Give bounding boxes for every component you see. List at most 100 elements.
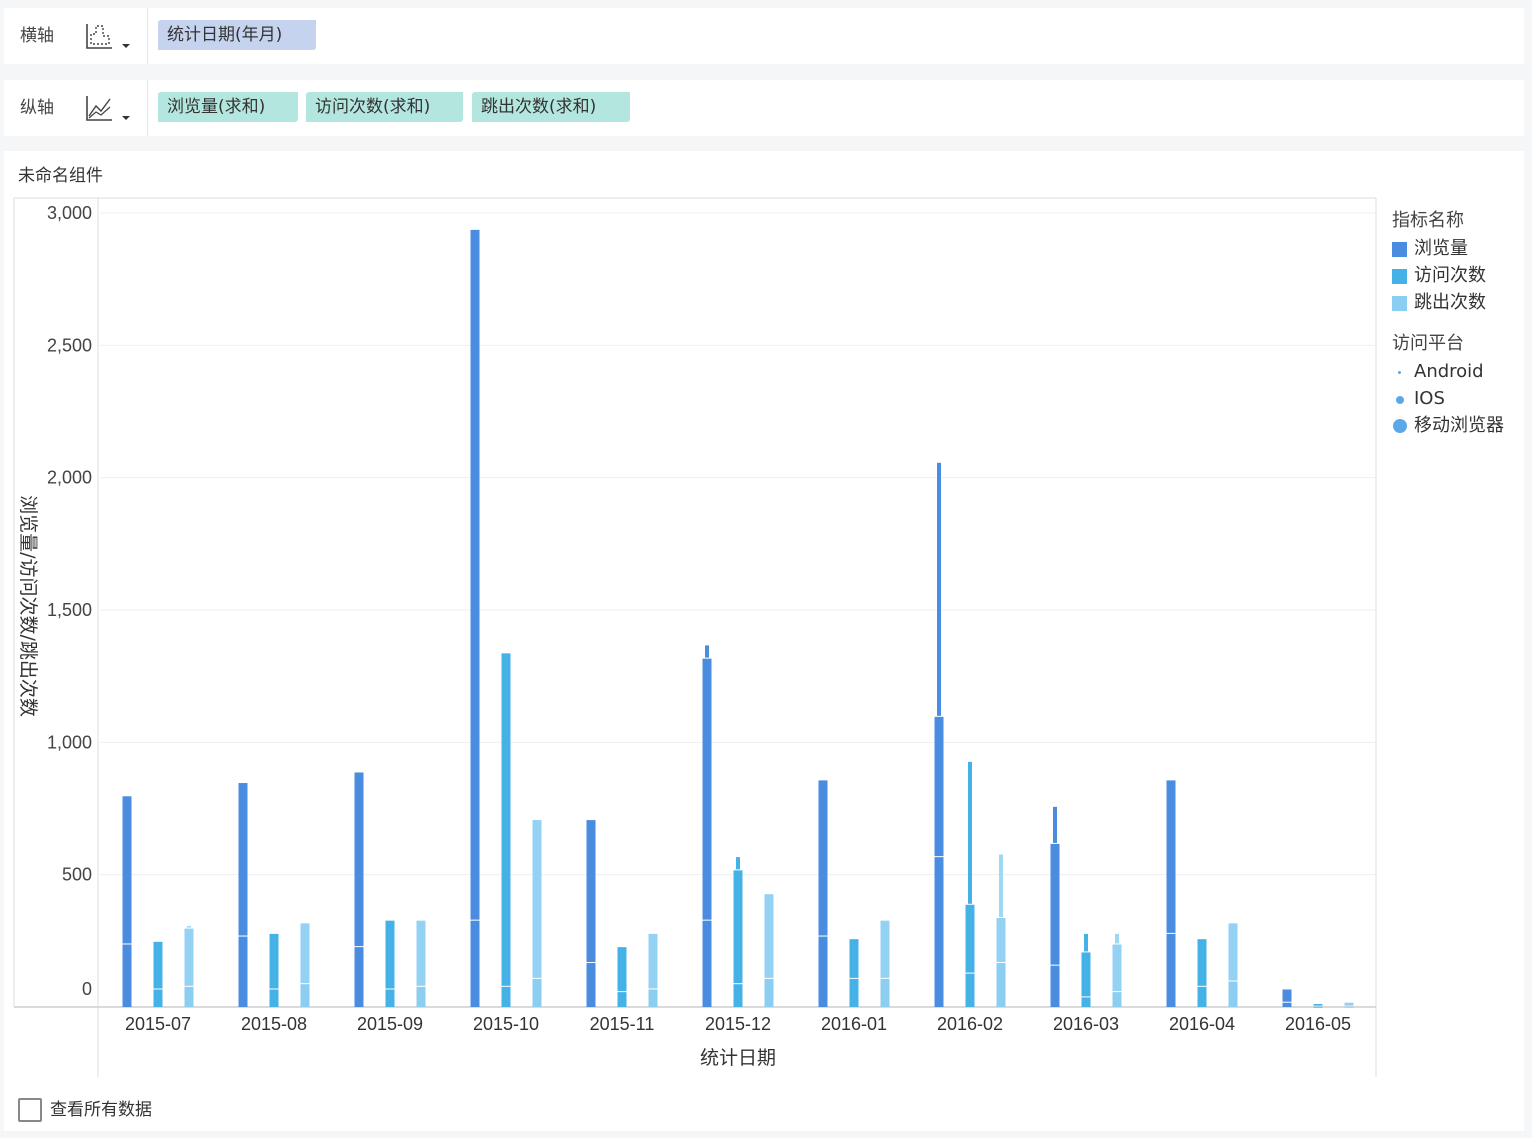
bar-segment: [122, 796, 132, 944]
bar-segment: [416, 920, 426, 986]
legend-item-mobile-browser[interactable]: 移动浏览器: [1392, 412, 1522, 439]
bar-segment: [934, 716, 944, 857]
x-tick-label: 2016-02: [937, 1014, 1003, 1034]
bar-segment: [238, 936, 248, 1007]
legend-label-pageviews: 浏览量: [1414, 238, 1468, 259]
y-field-pill-visits[interactable]: 访问次数(求和): [306, 92, 463, 122]
y-tick-label: 1,500: [47, 600, 92, 620]
bar-segment: [968, 761, 972, 904]
legend-metric-title: 指标名称: [1392, 210, 1464, 231]
bar-segment: [818, 936, 828, 1007]
shelf-divider: [147, 80, 148, 136]
y-tick-label: 3,000: [47, 203, 92, 223]
bar-segment: [269, 933, 279, 989]
x-tick-label: 2016-05: [1285, 1014, 1351, 1034]
bar-segment: [1228, 923, 1238, 981]
bar-segment: [705, 645, 709, 658]
legend-dot-mobile-browser: [1393, 419, 1407, 433]
bar-segment: [1282, 989, 1292, 1002]
bar-segment: [617, 992, 627, 1007]
chart-widget-panel: 未命名组件 05001,0001,5002,0002,5003,0003,500…: [4, 151, 1524, 1131]
bar-segment: [416, 986, 426, 1007]
y-axis-shelf: 纵轴 浏览量(求和) 访问次数(求和) 跳出次数(求和): [4, 80, 1524, 136]
legend-label-bounces: 跳出次数: [1414, 292, 1486, 313]
legend-item-ios[interactable]: IOS: [1392, 385, 1522, 412]
bar-segment: [1313, 1006, 1323, 1008]
bar-segment: [965, 973, 975, 1007]
bar-segment: [470, 920, 480, 1007]
y-field-pill-pageviews[interactable]: 浏览量(求和): [158, 92, 298, 122]
x-tick-label: 2016-01: [821, 1014, 887, 1034]
bar-segment: [153, 941, 163, 989]
bar-segment: [702, 920, 712, 1007]
y-axis-shelf-label: 纵轴: [20, 98, 54, 118]
bar-segment: [1166, 933, 1176, 1007]
bar-segment: [702, 658, 712, 920]
line-chart-icon[interactable]: [84, 92, 140, 126]
bar-segment: [1228, 981, 1238, 1007]
bar-segment: [818, 780, 828, 936]
bar-segment: [1053, 806, 1057, 843]
stepped-area-chart-icon[interactable]: [84, 20, 140, 54]
bar-segment: [1282, 1002, 1292, 1007]
bar-segment: [764, 894, 774, 978]
y-tick-label: 1,000: [47, 732, 92, 752]
bar-segment: [999, 854, 1003, 918]
bar-segment: [733, 870, 743, 984]
legend-dot-android: [1398, 371, 1401, 374]
legend-swatch-bounces: [1392, 296, 1407, 311]
bar-segment: [849, 978, 859, 1007]
bar-segment: [996, 963, 1006, 1007]
legend-item-android[interactable]: Android: [1392, 358, 1522, 385]
y-tick-label: 500: [62, 865, 92, 885]
x-tick-label: 2015-08: [241, 1014, 307, 1034]
bar-segment: [880, 920, 890, 978]
x-tick-label: 2015-09: [357, 1014, 423, 1034]
y-tick-label: 0: [82, 979, 92, 999]
x-field-pill[interactable]: 统计日期(年月): [158, 20, 316, 50]
bar-segment: [184, 928, 194, 986]
bar-segment: [648, 989, 658, 1007]
bar-segment: [532, 820, 542, 978]
x-tick-label: 2015-07: [125, 1014, 191, 1034]
x-axis-shelf-label: 横轴: [20, 26, 54, 46]
bar-segment: [269, 989, 279, 1007]
bar-segment: [300, 984, 310, 1007]
view-all-checkbox[interactable]: [18, 1098, 42, 1122]
bar-segment: [617, 947, 627, 992]
bar-segment: [184, 986, 194, 1007]
legend-platform-title: 访问平台: [1392, 333, 1464, 354]
bar-segment: [1166, 780, 1176, 933]
x-tick-label: 2015-11: [590, 1014, 655, 1034]
bar-segment: [1084, 933, 1088, 952]
bar-segment: [880, 978, 890, 1007]
y-field-pill-bounces[interactable]: 跳出次数(求和): [472, 92, 630, 122]
bar-segment: [470, 229, 480, 920]
legend-label-ios: IOS: [1414, 388, 1445, 409]
bar-segment: [849, 939, 859, 978]
bar-segment: [501, 986, 511, 1007]
bar-segment: [187, 925, 191, 928]
y-tick-label: 2,500: [47, 335, 92, 355]
x-axis-shelf: 横轴 统计日期(年月): [4, 8, 1524, 64]
bar-segment: [385, 920, 395, 989]
legend-item-visits[interactable]: 访问次数: [1392, 262, 1522, 289]
bar-chart: 05001,0001,5002,0002,5003,0003,5002015-0…: [13, 197, 1377, 1077]
legend-label-visits: 访问次数: [1414, 265, 1486, 286]
x-tick-label: 2016-04: [1169, 1014, 1235, 1034]
bar-segment: [1112, 992, 1122, 1007]
legend-item-pageviews[interactable]: 浏览量: [1392, 235, 1522, 262]
bar-segment: [501, 653, 511, 986]
bar-segment: [1313, 1004, 1323, 1006]
legend-swatch-pageviews: [1392, 242, 1407, 257]
bar-segment: [736, 857, 740, 870]
bar-segment: [1115, 933, 1119, 944]
chart-legend: 指标名称 浏览量 访问次数 跳出次数 访问平台 Android IOS 移动浏览…: [1392, 207, 1522, 439]
bar-segment: [300, 923, 310, 984]
bar-segment: [1197, 939, 1207, 986]
bar-segment: [1344, 1006, 1354, 1008]
legend-item-bounces[interactable]: 跳出次数: [1392, 289, 1522, 316]
shelf-divider: [147, 8, 148, 64]
bar-segment: [1081, 997, 1091, 1007]
bar-segment: [1050, 843, 1060, 965]
